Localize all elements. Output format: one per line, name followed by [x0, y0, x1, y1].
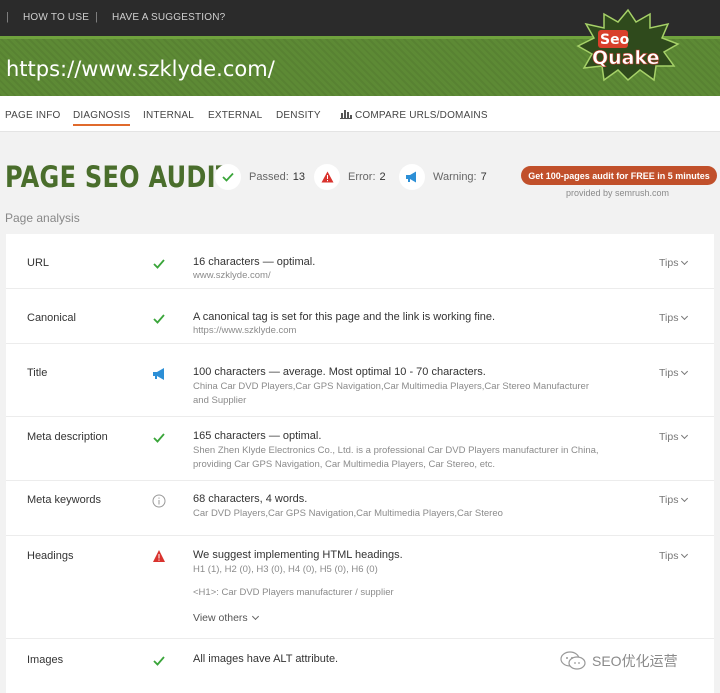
check-icon [153, 314, 165, 324]
watermark: SEO优化运营 [560, 651, 678, 671]
row-sub: https://www.szklyde.com [193, 325, 297, 336]
tips-label: Tips [659, 312, 679, 324]
seoquake-logo[interactable]: Seo Quake [576, 8, 680, 82]
passed-count: 13 [292, 171, 305, 183]
warning-count: 7 [480, 171, 487, 183]
error-triangle-icon [314, 164, 340, 190]
analyzed-url: https://www.szklyde.com/ [6, 57, 275, 81]
svg-text:Seo: Seo [600, 32, 630, 48]
tips-label: Tips [659, 257, 679, 269]
tab-external[interactable]: EXTERNAL [208, 110, 262, 121]
tab-compare-urls[interactable]: COMPARE URLS/DOMAINS [355, 110, 488, 121]
warning-stat[interactable]: Warning: 7 [399, 164, 487, 190]
chevron-down-icon [681, 312, 689, 321]
chevron-down-icon [681, 367, 689, 376]
passed-stat[interactable]: Passed: 13 [215, 164, 305, 190]
chevron-down-icon [681, 257, 689, 266]
view-others-toggle[interactable]: View others [193, 612, 259, 624]
section-title: Page analysis [5, 211, 80, 225]
suggestion-link[interactable]: HAVE A SUGGESTION? [112, 12, 225, 23]
tips-toggle[interactable]: Tips [659, 367, 689, 379]
check-icon [153, 433, 165, 443]
row-sub: Shen Zhen Klyde Electronics Co., Ltd. is… [193, 445, 599, 470]
chevron-down-icon [251, 612, 259, 621]
row-desc: 16 characters — optimal. [193, 256, 316, 268]
warning-label: Warning: [433, 171, 477, 183]
tips-label: Tips [659, 550, 679, 562]
passed-label: Passed: [249, 171, 289, 183]
row-sub: www.szklyde.com/ [193, 270, 271, 281]
row-name: Title [27, 367, 48, 379]
divider: | [6, 11, 9, 23]
row-sub-h1: <H1>: Car DVD Players manufacturer / sup… [193, 587, 394, 598]
watermark-text: SEO优化运营 [592, 653, 678, 669]
row-desc: 165 characters — optimal. [193, 430, 322, 442]
tab-diagnosis[interactable]: DIAGNOSIS [73, 110, 131, 126]
wechat-icon [560, 651, 586, 670]
tab-page-info[interactable]: PAGE INFO [5, 110, 61, 121]
row-name: Images [27, 654, 64, 666]
info-icon [152, 494, 166, 508]
row-desc: 100 characters — average. Most optimal 1… [193, 366, 486, 378]
svg-text:Quake: Quake [592, 47, 660, 69]
row-desc: 68 characters, 4 words. [193, 493, 308, 505]
row-name: URL [27, 257, 50, 269]
analysis-table: URL 16 characters — optimal. www.szklyde… [6, 234, 714, 693]
chevron-down-icon [681, 494, 689, 503]
page-title: PAGE SEO AUDIT [5, 160, 233, 194]
tips-toggle[interactable]: Tips [659, 550, 689, 562]
row-name: Meta description [27, 431, 108, 443]
chevron-down-icon [681, 550, 689, 559]
row-sub: H1 (1), H2 (0), H3 (0), H4 (0), H5 (0), … [193, 564, 378, 575]
divider: | [95, 11, 98, 23]
view-others-label: View others [193, 612, 248, 624]
free-audit-button[interactable]: Get 100-pages audit for FREE in 5 minute… [521, 166, 717, 185]
row-name: Headings [27, 550, 74, 562]
row-sub: China Car DVD Players,Car GPS Navigation… [193, 381, 589, 406]
tips-label: Tips [659, 494, 679, 506]
table-row-title: Title 100 characters — average. Most opt… [6, 344, 714, 417]
check-icon [153, 259, 165, 269]
table-row-url: URL 16 characters — optimal. www.szklyde… [6, 234, 714, 289]
table-row-headings: Headings We suggest implementing HTML he… [6, 536, 714, 639]
bar-chart-icon [340, 110, 352, 119]
tips-toggle[interactable]: Tips [659, 431, 689, 443]
tips-label: Tips [659, 431, 679, 443]
error-triangle-icon [153, 550, 165, 562]
error-label: Error: [348, 171, 376, 183]
check-icon [215, 164, 241, 190]
row-desc: All images have ALT attribute. [193, 653, 339, 665]
tab-internal[interactable]: INTERNAL [143, 110, 194, 121]
megaphone-icon [153, 368, 164, 380]
how-to-use-link[interactable]: HOW TO USE [23, 12, 89, 23]
check-icon [153, 656, 165, 666]
tips-toggle[interactable]: Tips [659, 494, 689, 506]
error-stat[interactable]: Error: 2 [314, 164, 386, 190]
row-desc: We suggest implementing HTML headings. [193, 549, 403, 561]
row-name: Canonical [27, 312, 76, 324]
provided-by: provided by semrush.com [566, 188, 670, 198]
table-row-meta-keywords: Meta keywords 68 characters, 4 words. Ca… [6, 481, 714, 536]
table-row-meta-description: Meta description 165 characters — optima… [6, 417, 714, 481]
row-sub: Car DVD Players,Car GPS Navigation,Car M… [193, 508, 503, 519]
tab-density[interactable]: DENSITY [276, 110, 321, 121]
tips-toggle[interactable]: Tips [659, 312, 689, 324]
table-row-canonical: Canonical A canonical tag is set for thi… [6, 289, 714, 344]
main-nav: PAGE INFO DIAGNOSIS INTERNAL EXTERNAL DE… [0, 96, 720, 132]
chevron-down-icon [681, 431, 689, 440]
tips-toggle[interactable]: Tips [659, 257, 689, 269]
row-name: Meta keywords [27, 494, 101, 506]
row-desc: A canonical tag is set for this page and… [193, 311, 496, 323]
megaphone-icon [399, 164, 425, 190]
tips-label: Tips [659, 367, 679, 379]
error-count: 2 [379, 171, 386, 183]
